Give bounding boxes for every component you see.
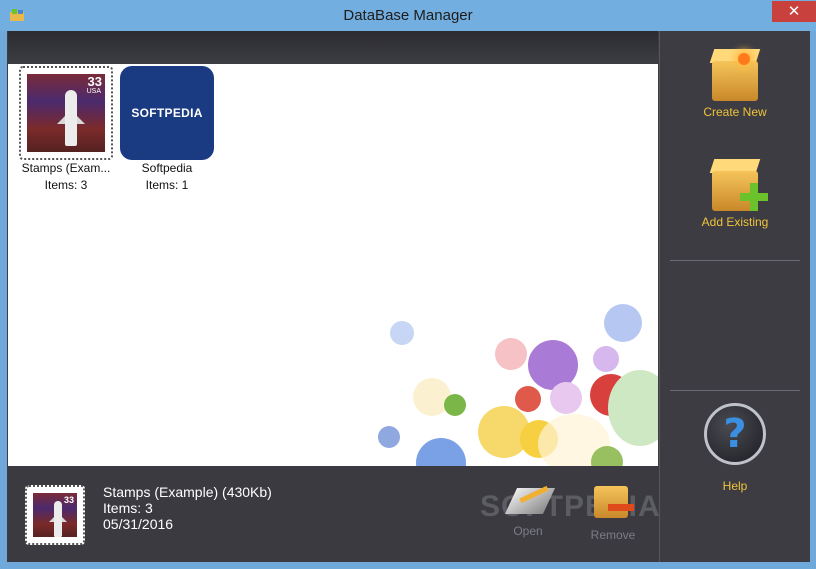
selected-title: Stamps (Example) (430Kb) <box>103 484 272 500</box>
database-item-count: Items: 3 <box>44 178 88 192</box>
create-new-label: Create New <box>703 105 767 119</box>
remove-button[interactable]: Remove <box>578 482 648 542</box>
decor-bubble <box>550 382 582 414</box>
stamp-thumbnail: 33 USA <box>19 66 113 160</box>
softpedia-logo: SOFTPEDIA <box>120 66 214 160</box>
decor-bubble <box>593 346 619 372</box>
help-icon: ? <box>704 403 766 465</box>
database-item-count: Items: 1 <box>145 178 189 192</box>
decor-bubble <box>378 426 400 448</box>
remove-icon <box>590 482 636 522</box>
remove-label: Remove <box>590 528 636 542</box>
decor-bubble <box>604 304 642 342</box>
decor-bubble <box>390 321 414 345</box>
decor-bubble <box>591 446 623 466</box>
stamp-denomination: 33 <box>87 74 102 89</box>
add-existing-button[interactable]: Add Existing <box>660 153 810 229</box>
help-button[interactable]: ? Help <box>660 403 810 493</box>
add-box-icon <box>708 153 768 211</box>
divider <box>670 260 800 261</box>
database-name: Stamps (Exam... <box>21 161 111 175</box>
decor-bubble <box>444 394 466 416</box>
stamp-country: USA <box>86 88 101 95</box>
open-icon <box>504 482 556 518</box>
details-panel: 33 Stamps (Example) (430Kb) Items: 3 05/… <box>8 466 660 562</box>
decor-bubble <box>495 338 527 370</box>
softpedia-logo-thumbnail: SOFTPEDIA <box>120 66 214 160</box>
create-new-button[interactable]: Create New <box>660 43 810 119</box>
database-name: Softpedia <box>141 161 193 175</box>
decor-bubble <box>515 386 541 412</box>
new-box-icon <box>708 43 762 101</box>
window-title: DataBase Manager <box>343 7 473 24</box>
add-existing-label: Add Existing <box>701 215 769 229</box>
help-label: Help <box>722 479 748 493</box>
divider <box>670 390 800 391</box>
close-button[interactable]: ✕ <box>772 1 816 22</box>
database-list-area: 33 USA Stamps (Exam... Items: 3 SOFTPEDI… <box>8 64 658 466</box>
selected-stamp-thumbnail: 33 <box>25 485 85 545</box>
title-bar: DataBase Manager ✕ <box>0 0 816 31</box>
content-header-strip <box>8 31 658 64</box>
database-tile-softpedia[interactable]: SOFTPEDIA Softpedia Items: 1 <box>115 66 219 194</box>
selected-date: 05/31/2016 <box>103 516 174 532</box>
decor-bubble <box>416 438 466 466</box>
selected-items: Items: 3 <box>103 500 153 516</box>
stamp-denomination: 33 <box>63 495 74 505</box>
sidebar: Create New Add Existing ? Help <box>659 31 810 562</box>
open-button[interactable]: Open <box>493 482 563 538</box>
open-label: Open <box>513 524 543 538</box>
selected-info: Stamps (Example) (430Kb) Items: 3 05/31/… <box>103 484 272 532</box>
database-tile-stamps[interactable]: 33 USA Stamps (Exam... Items: 3 <box>14 66 118 194</box>
decor-bubble <box>608 370 658 446</box>
